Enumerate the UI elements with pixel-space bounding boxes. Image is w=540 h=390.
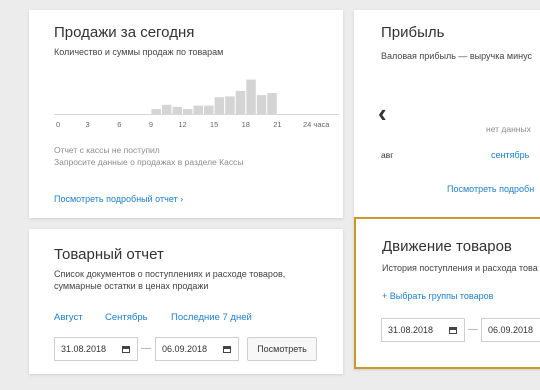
x-tick-label: 24 часа [303,120,330,129]
hourly-sales-bar [183,109,193,114]
sales-details-link[interactable]: Посмотреть подробный отчет › [54,194,183,204]
movement-date-to-value: 06.09.2018 [488,325,534,335]
x-tick-label: 9 [149,120,153,129]
goods-date-from-value: 31.08.2018 [61,344,107,354]
profit-card: Прибыль Валовая прибыль — выручка минус … [354,10,540,218]
month-prev-label[interactable]: авг [381,150,393,160]
sales-card-subtitle: Количество и суммы продаж по товарам [54,47,224,57]
hourly-sales-chart-svg: 0 3 6 9 12 15 18 21 24 часа [54,79,339,129]
goods-report-card: Товарный отчет Список документов о посту… [29,229,343,374]
chevron-left-icon[interactable]: ‹ [378,100,387,126]
profit-card-title: Прибыль [381,24,445,41]
hourly-sales-bar [151,109,161,114]
sales-card-title: Продажи за сегодня [54,24,195,41]
calendar-icon[interactable] [122,346,130,353]
x-tick-label: 3 [86,120,90,129]
period-link-september[interactable]: Сентябрь [105,312,148,323]
x-tick-label: 0 [56,120,60,129]
goods-report-subtitle-1: Список документов о поступлениях и расхо… [54,269,286,279]
hourly-sales-bar [225,96,235,114]
view-report-button[interactable]: Посмотреть [247,337,317,361]
hourly-sales-bar [267,93,277,114]
calendar-icon[interactable] [223,346,231,353]
goods-movement-card: Движение товаров История поступления и р… [354,217,540,369]
hourly-sales-bar [193,105,203,114]
no-report-message: Отчет с кассы не поступил [54,145,160,155]
month-current-label[interactable]: сентябрь [491,150,529,160]
x-tick-label: 18 [242,120,250,129]
profit-card-subtitle: Валовая прибыль — выручка минус [381,51,532,61]
calendar-icon[interactable] [449,327,457,334]
goods-report-title: Товарный отчет [54,246,164,263]
goods-date-from-field[interactable]: 31.08.2018 [54,337,138,361]
movement-date-from-value: 31.08.2018 [388,325,434,335]
select-product-groups-link[interactable]: + Выбрать группы товаров [382,291,493,301]
hourly-sales-chart: 0 3 6 9 12 15 18 21 24 часа [54,62,339,132]
x-tick-label: 15 [210,120,218,129]
movement-date-range-dash: — [468,324,478,335]
goods-movement-subtitle: История поступления и расхода това [382,263,538,273]
hourly-sales-bar [204,105,214,114]
goods-report-subtitle-2: суммарные остатки в ценах продажи [54,281,209,291]
profit-details-link[interactable]: Посмотреть подробн [447,184,534,194]
goods-date-to-field[interactable]: 06.09.2018 [155,337,239,361]
profit-no-data: нет данных [486,124,531,134]
x-tick-label: 6 [117,120,121,129]
period-link-august[interactable]: Август [54,312,83,323]
request-data-hint: Запросите данные о продажах в разделе Ка… [54,157,244,167]
hourly-sales-bar [172,106,182,114]
hourly-sales-bar [246,79,256,114]
x-tick-label: 12 [178,120,186,129]
goods-movement-title: Движение товаров [382,238,512,255]
sales-card: Продажи за сегодня Количество и суммы пр… [29,10,343,218]
date-range-dash: — [141,343,151,354]
movement-date-to-field[interactable]: 06.09.2018 [481,318,540,342]
goods-date-to-value: 06.09.2018 [162,344,208,354]
hourly-sales-bar [256,95,267,114]
hourly-sales-bar [161,104,172,114]
x-tick-label: 21 [273,120,281,129]
movement-date-from-field[interactable]: 31.08.2018 [381,318,465,342]
period-link-last-7-days[interactable]: Последние 7 дней [171,312,252,323]
hourly-sales-bar [214,97,225,114]
hourly-sales-bar [235,90,246,114]
